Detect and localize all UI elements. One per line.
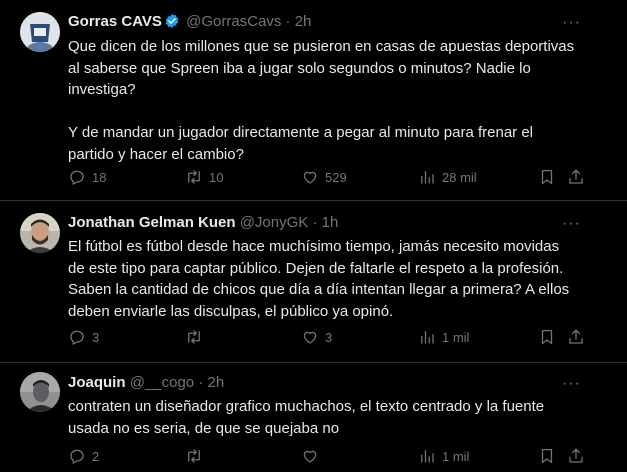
- author-name[interactable]: Joaquin: [68, 374, 126, 391]
- timestamp[interactable]: 2h: [295, 13, 312, 30]
- views-button[interactable]: 1 mil: [418, 328, 469, 346]
- author-handle[interactable]: @__cogo: [130, 374, 194, 391]
- reply-icon: [70, 170, 84, 185]
- share-icon: [569, 329, 583, 344]
- bookmark-icon: [541, 448, 553, 464]
- tweet-actions: 3 3 1 mil: [68, 328, 588, 348]
- reply-icon: [70, 449, 84, 464]
- avatar[interactable]: [20, 213, 60, 253]
- reply-icon: [70, 330, 84, 345]
- bookmark-button[interactable]: [538, 328, 556, 346]
- share-button[interactable]: [567, 168, 585, 186]
- author-name[interactable]: Gorras CAVS: [68, 13, 162, 30]
- views-icon: [421, 171, 434, 184]
- views-icon: [421, 450, 434, 463]
- retweet-button[interactable]: [185, 447, 209, 465]
- author-handle[interactable]: @JonyGK: [240, 214, 309, 231]
- retweet-icon: [188, 170, 200, 184]
- reply-count: 18: [92, 169, 107, 185]
- views-count: 1 mil: [442, 329, 470, 345]
- like-count: 3: [325, 329, 333, 345]
- more-icon[interactable]: ···: [562, 216, 581, 232]
- verified-badge-icon: [164, 13, 180, 29]
- tweet-header: Joaquin @__cogo · 2h: [68, 373, 224, 393]
- views-button[interactable]: 28 mil: [418, 168, 477, 186]
- views-count: 28 mil: [442, 169, 477, 185]
- like-icon: [303, 171, 317, 184]
- views-icon: [421, 331, 434, 344]
- tweet-actions: 18 10 529 28 mil: [68, 168, 588, 188]
- avatar[interactable]: [20, 372, 60, 412]
- retweet-button[interactable]: [185, 328, 209, 346]
- avatar[interactable]: [20, 12, 60, 52]
- tweet-text: contraten un diseñador grafico muchachos…: [68, 398, 545, 437]
- separator-dot: ·: [312, 214, 318, 231]
- views-count: 1 mil: [442, 448, 470, 464]
- tweet-2[interactable]: Jonathan Gelman Kuen @JonyGK · 1h ··· El…: [0, 201, 627, 363]
- bookmark-icon: [541, 329, 553, 345]
- views-button[interactable]: 1 mil: [418, 447, 469, 465]
- like-icon: [303, 450, 317, 463]
- like-button[interactable]: [301, 447, 325, 465]
- author-name[interactable]: Jonathan Gelman Kuen: [68, 214, 236, 231]
- tweet-3[interactable]: Joaquin @__cogo · 2h ··· contraten un di…: [0, 363, 627, 472]
- tweet-header: Jonathan Gelman Kuen @JonyGK · 1h: [68, 213, 338, 233]
- reply-button[interactable]: 2: [68, 447, 99, 465]
- tweet-text: Que dicen de los millones que se pusiero…: [68, 38, 575, 163]
- retweet-icon: [188, 330, 200, 344]
- like-count: 529: [325, 169, 347, 185]
- like-button[interactable]: 529: [301, 168, 347, 186]
- tweet-actions: 2 1 mil: [68, 447, 588, 467]
- more-icon[interactable]: ···: [562, 15, 581, 31]
- tweet-header: Gorras CAVS @GorrasCavs · 2h: [68, 12, 311, 32]
- tweet-text: El fútbol es fútbol desde hace muchísimo…: [68, 238, 570, 320]
- reply-button[interactable]: 3: [68, 328, 99, 346]
- author-handle[interactable]: @GorrasCavs: [186, 13, 281, 30]
- retweet-icon: [188, 449, 200, 463]
- share-button[interactable]: [567, 328, 585, 346]
- tweet-1[interactable]: Gorras CAVS @GorrasCavs · 2h ··· Que dic…: [0, 0, 627, 200]
- share-button[interactable]: [567, 447, 585, 465]
- timestamp[interactable]: 1h: [322, 214, 339, 231]
- reply-count: 3: [92, 329, 100, 345]
- bookmark-button[interactable]: [538, 168, 556, 186]
- more-icon[interactable]: ···: [562, 376, 581, 392]
- like-button[interactable]: 3: [301, 328, 332, 346]
- share-icon: [569, 169, 583, 184]
- bookmark-icon: [541, 169, 553, 185]
- retweet-count: 10: [209, 169, 224, 185]
- like-icon: [303, 331, 317, 344]
- timestamp[interactable]: 2h: [207, 374, 224, 391]
- share-icon: [569, 448, 583, 463]
- retweet-button[interactable]: 10: [185, 168, 223, 186]
- reply-button[interactable]: 18: [68, 168, 106, 186]
- separator-dot: ·: [198, 374, 204, 391]
- separator-dot: ·: [285, 13, 291, 30]
- reply-count: 2: [92, 448, 100, 464]
- bookmark-button[interactable]: [538, 447, 556, 465]
